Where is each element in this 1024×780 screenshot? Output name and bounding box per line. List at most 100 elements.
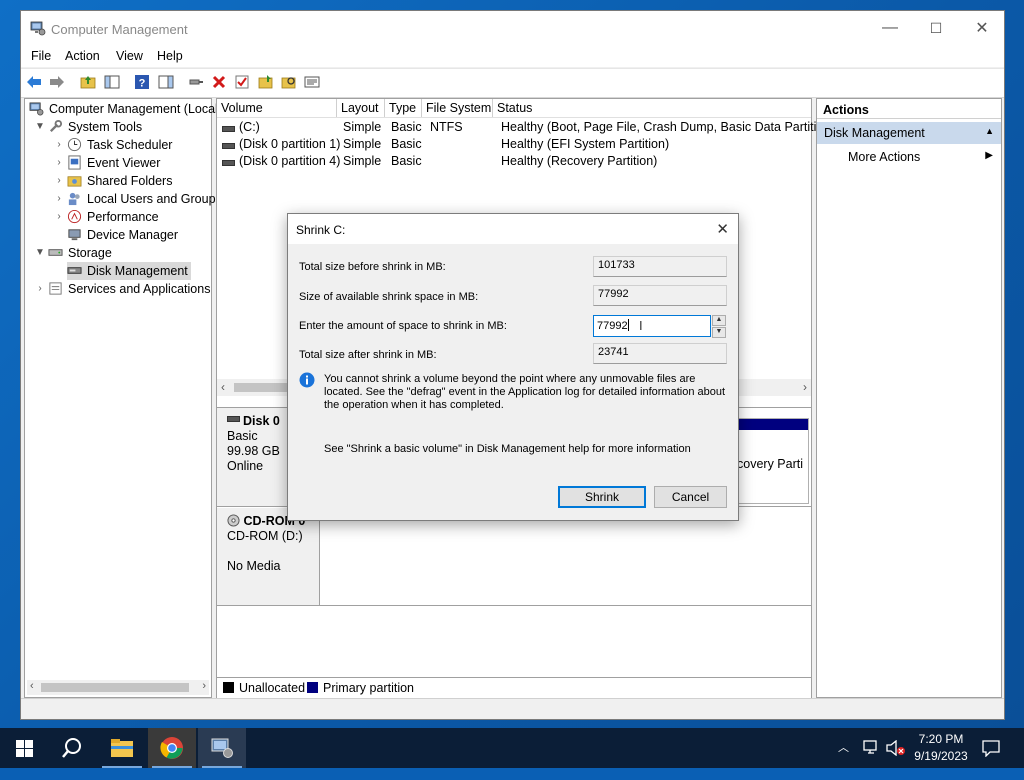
show-hide-tree-button[interactable] [103,73,121,91]
collapse-up-icon[interactable]: ▲ [985,126,994,136]
column-status[interactable]: Status [493,99,811,117]
network-icon[interactable] [862,740,880,780]
tree-system-tools[interactable]: ▼ System Tools [35,118,142,136]
scroll-left-icon[interactable]: ‹ [30,680,34,692]
column-type[interactable]: Type [385,99,422,117]
tree-computer-management[interactable]: Computer Management (Local [29,100,218,118]
performance-icon [67,209,82,224]
close-button[interactable]: ✕ [959,11,1005,45]
chevron-right-icon[interactable]: › [53,172,65,190]
chevron-right-icon[interactable]: › [53,208,65,226]
list-view-button[interactable] [303,73,321,91]
tree-device-manager[interactable]: Device Manager [67,226,178,244]
dialog-title-bar[interactable]: Shrink C: ✕ [288,214,738,244]
start-button[interactable] [0,728,48,768]
maximize-button[interactable]: ☐ [913,11,959,45]
taskbar: ︿ 7:20 PM 9/19/2023 [0,728,1024,768]
tree-shared-folders[interactable]: › Shared Folders [57,172,172,190]
tree-local-users-groups[interactable]: › Local Users and Groups [57,190,221,208]
back-button[interactable] [25,73,43,91]
notifications-button[interactable] [982,739,1000,779]
up-folder-button[interactable] [79,73,97,91]
more-actions-item[interactable]: More Actions ▶ [817,147,1001,167]
cdrom-media: No Media [227,559,281,573]
shrink-amount-input[interactable]: 77992 I [593,315,711,337]
tree-task-scheduler[interactable]: › Task Scheduler [57,136,172,154]
clock[interactable]: 7:20 PM 9/19/2023 [906,731,976,771]
shrink-amount-spinner[interactable]: ▲ ▼ [712,315,726,338]
status-bar [21,698,1004,719]
tree-performance[interactable]: › Performance [57,208,159,226]
forward-button[interactable] [48,73,66,91]
open-folder-button[interactable] [257,73,275,91]
volume-row[interactable]: (C:) Simple Basic NTFS Healthy (Boot, Pa… [217,119,834,136]
minimize-button[interactable]: — [867,11,913,45]
computer-management-taskbar-button[interactable] [198,728,246,768]
column-volume[interactable]: Volume [217,99,337,117]
console-tree: Computer Management (Local ▼ System Tool… [24,98,222,698]
delete-button[interactable] [210,73,228,91]
dialog-title: Shrink C: [296,223,346,237]
clock-date: 9/19/2023 [914,749,968,763]
shrink-button[interactable]: Shrink [558,486,646,508]
column-file-system[interactable]: File System [422,99,493,117]
event-viewer-icon [68,155,81,170]
spin-up-icon[interactable]: ▲ [712,315,726,326]
maximize-icon: ☐ [929,19,943,36]
tree-services-applications[interactable]: › Services and Applications [38,280,210,298]
show-hidden-icons-button[interactable]: ︿ [838,739,854,757]
tree-disk-management[interactable]: Disk Management [67,262,191,280]
tree-horizontal-scrollbar[interactable]: ‹ › [27,680,209,695]
menu-view[interactable]: View [116,49,143,63]
computer-management-icon [29,102,44,116]
column-layout[interactable]: Layout [337,99,385,117]
shrink-dialog: Shrink C: ✕ Total size before shrink in … [287,213,739,521]
scroll-left-icon[interactable]: ‹ [221,380,225,394]
chevron-right-icon[interactable]: › [34,280,46,298]
tree-storage[interactable]: ▼ Storage [35,244,112,262]
properties-button[interactable] [233,73,251,91]
close-icon: ✕ [975,20,989,37]
chevron-right-icon[interactable]: › [53,154,65,172]
menu-file[interactable]: File [31,49,51,63]
recovery-partition-label[interactable]: covery Parti [737,457,803,471]
search-button[interactable] [48,728,96,768]
volume-scroll-thumb[interactable] [234,383,294,392]
delete-x-icon [212,75,226,89]
volume-icon [222,160,235,166]
console-tree-icon [104,75,120,89]
chevron-right-icon[interactable]: › [53,136,65,154]
cdrom-0-label[interactable]: CD-ROM 0 CD-ROM (D:) No Media [217,508,320,605]
scroll-right-icon[interactable]: › [803,380,807,394]
chevron-down-icon[interactable]: ▼ [34,244,46,262]
tree-event-viewer[interactable]: › Event Viewer [57,154,160,172]
title-bar[interactable]: Computer Management — ☐ ✕ [21,11,1004,45]
volume-icon [222,143,235,149]
tree-scroll-thumb[interactable] [41,683,189,692]
menu-help[interactable]: Help [157,49,183,63]
action-pane-icon [158,75,174,89]
folder-open-icon [258,75,273,89]
spin-down-icon[interactable]: ▼ [712,327,726,338]
volume-row[interactable]: (Disk 0 partition 4) Simple Basic Health… [217,153,811,170]
chevron-down-icon[interactable]: ▼ [34,118,46,136]
actions-section-disk-management[interactable]: Disk Management ▲ [817,122,1001,144]
menu-action[interactable]: Action [65,49,100,63]
back-arrow-icon [27,76,41,88]
volume-muted-icon[interactable] [886,739,906,780]
file-explorer-button[interactable] [98,728,146,768]
list-view-icon [304,76,320,88]
show-action-pane-button[interactable] [157,73,175,91]
volume-row[interactable]: (Disk 0 partition 1) Simple Basic Health… [217,136,811,153]
info-text: You cannot shrink a volume beyond the po… [324,373,726,411]
scroll-right-icon[interactable]: › [202,680,206,692]
ibeam-cursor-icon: I [639,318,643,333]
chrome-button[interactable] [148,728,196,768]
connect-button[interactable] [187,73,205,91]
help-button[interactable]: ? [133,73,151,91]
chevron-right-icon[interactable]: › [53,190,65,208]
search-folder-button[interactable] [280,73,298,91]
cancel-button[interactable]: Cancel [654,486,727,508]
dialog-close-icon[interactable]: ✕ [716,220,729,238]
field-available: 77992 [593,285,727,306]
